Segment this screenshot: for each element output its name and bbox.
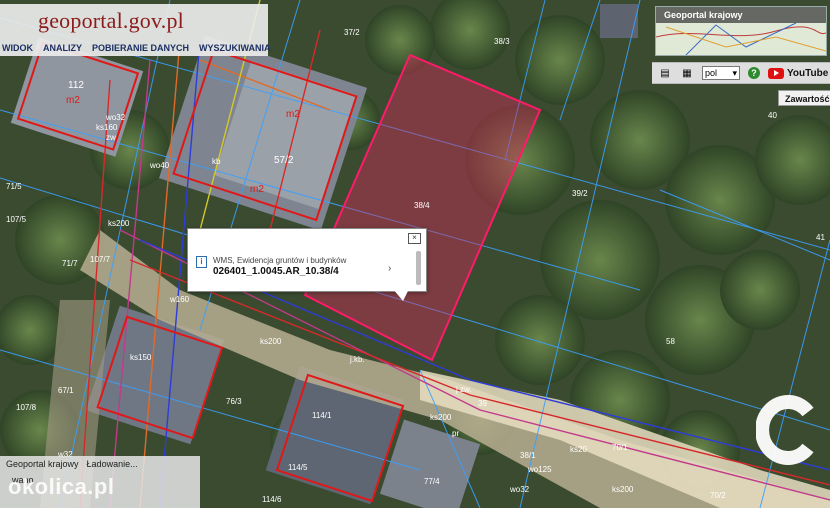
svg-text:107/5: 107/5 bbox=[6, 215, 27, 224]
legend-icon[interactable]: ▤ bbox=[658, 66, 672, 80]
svg-text:39: 39 bbox=[478, 399, 487, 408]
popup-parcel-id[interactable]: 026401_1.0045.AR_10.38/4 bbox=[213, 266, 339, 277]
print-icon[interactable]: ▦ bbox=[680, 66, 694, 80]
chevron-down-icon: ▾ bbox=[732, 67, 737, 78]
svg-text:ks160: ks160 bbox=[96, 123, 118, 132]
svg-text:70/2: 70/2 bbox=[710, 491, 726, 500]
svg-text:wo32: wo32 bbox=[509, 485, 530, 494]
svg-text:ks200: ks200 bbox=[612, 485, 634, 494]
svg-text:114/1: 114/1 bbox=[312, 411, 332, 420]
menu-item-wyszukiwania[interactable]: WYSZUKIWANIA bbox=[197, 40, 273, 58]
watermark: okolica.pl bbox=[8, 474, 115, 499]
popup-source: WMS, Ewidencja gruntów i budynków bbox=[213, 256, 347, 265]
popup-scrollbar[interactable] bbox=[416, 251, 421, 285]
svg-text:40: 40 bbox=[768, 111, 777, 120]
svg-text:107/8: 107/8 bbox=[16, 403, 37, 412]
svg-text:wo32: wo32 bbox=[105, 113, 126, 122]
svg-text:ks200: ks200 bbox=[430, 413, 452, 422]
status-loading: Ładowanie... bbox=[86, 459, 138, 469]
watermark-logo-icon bbox=[756, 395, 814, 465]
svg-text:m2: m2 bbox=[250, 184, 264, 195]
toolbar: ▤ ▦ pol ▾ ? YouTube bbox=[652, 62, 830, 84]
close-icon[interactable]: × bbox=[408, 233, 421, 244]
svg-text:ks200: ks200 bbox=[108, 219, 130, 228]
overview-map-title: Geoportal krajowy bbox=[656, 7, 826, 23]
svg-text:71/5: 71/5 bbox=[6, 182, 22, 191]
youtube-icon[interactable] bbox=[768, 67, 784, 79]
svg-text:58: 58 bbox=[666, 337, 675, 346]
svg-text:70/1: 70/1 bbox=[612, 443, 628, 452]
svg-text:wo125: wo125 bbox=[527, 465, 552, 474]
svg-text:77/4: 77/4 bbox=[424, 477, 440, 486]
svg-text:37/2: 37/2 bbox=[344, 28, 360, 37]
svg-text:38/1: 38/1 bbox=[520, 451, 536, 460]
svg-text:67/1: 67/1 bbox=[58, 386, 74, 395]
menu-item-analizy[interactable]: ANALIZY bbox=[41, 40, 84, 58]
svg-text:112: 112 bbox=[68, 80, 84, 91]
svg-text:zw: zw bbox=[106, 133, 116, 142]
svg-text:w160: w160 bbox=[169, 295, 190, 304]
svg-text:39/2: 39/2 bbox=[572, 189, 588, 198]
svg-text:57/2: 57/2 bbox=[274, 155, 294, 166]
menu-item-widok[interactable]: WIDOK bbox=[0, 40, 35, 58]
geoportal-logo[interactable]: geoportal.gov.pl bbox=[38, 8, 184, 34]
svg-text:71/7: 71/7 bbox=[62, 259, 78, 268]
popup-tail bbox=[393, 289, 409, 301]
logo-panel: geoportal.gov.pl WIDOK ANALIZY POBIERANI… bbox=[0, 4, 271, 56]
svg-text:ks150: ks150 bbox=[130, 353, 152, 362]
language-value: pol bbox=[705, 68, 718, 78]
status-tab-geoportal[interactable]: Geoportal krajowy bbox=[6, 459, 79, 469]
svg-text:kb: kb bbox=[212, 157, 221, 166]
svg-text:114/5: 114/5 bbox=[288, 463, 308, 472]
svg-text:107/7: 107/7 bbox=[90, 255, 111, 264]
language-select[interactable]: pol ▾ bbox=[702, 66, 740, 80]
svg-text:76/3: 76/3 bbox=[226, 397, 242, 406]
svg-text:114/6: 114/6 bbox=[262, 495, 282, 504]
overview-map[interactable]: Geoportal krajowy bbox=[655, 6, 827, 56]
feature-info-popup: × i WMS, Ewidencja gruntów i budynków 02… bbox=[187, 228, 427, 301]
svg-text:wo40: wo40 bbox=[149, 161, 170, 170]
svg-text:ks200: ks200 bbox=[260, 337, 282, 346]
svg-text:j.kb.: j.kb. bbox=[349, 355, 365, 364]
svg-text:38/3: 38/3 bbox=[494, 37, 510, 46]
svg-text:ks20: ks20 bbox=[570, 445, 587, 454]
contents-button[interactable]: Zawartość bbox=[778, 90, 830, 106]
label-selected-parcel: 38/4 bbox=[414, 201, 430, 210]
main-menu: WIDOK ANALIZY POBIERANIE DANYCH WYSZUKIW… bbox=[0, 40, 273, 58]
svg-text:pr: pr bbox=[452, 429, 459, 438]
svg-text:m2: m2 bbox=[286, 109, 300, 120]
svg-text:m2: m2 bbox=[66, 95, 80, 106]
chevron-right-icon[interactable]: › bbox=[388, 263, 391, 274]
menu-item-pobieranie-danych[interactable]: POBIERANIE DANYCH bbox=[90, 40, 191, 58]
help-button[interactable]: ? bbox=[748, 67, 760, 79]
youtube-label[interactable]: YouTube bbox=[787, 68, 828, 79]
svg-text:41: 41 bbox=[816, 233, 825, 242]
info-icon: i bbox=[196, 256, 207, 268]
svg-text:j.zw.: j.zw. bbox=[455, 385, 472, 394]
status-row: Geoportal krajowy Ładowanie... bbox=[6, 459, 138, 469]
